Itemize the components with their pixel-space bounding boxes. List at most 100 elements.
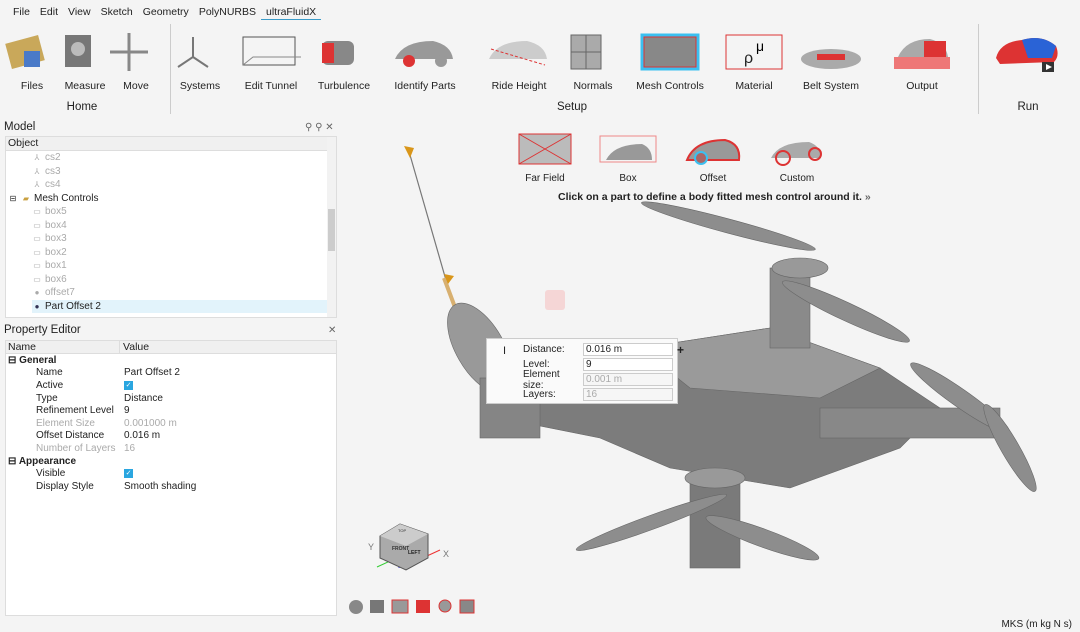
menu-sketch[interactable]: Sketch	[96, 0, 138, 20]
property-name: Visible	[36, 468, 66, 480]
close-icon[interactable]: ✕	[325, 122, 333, 133]
mesh-controls-label: Mesh Controls	[636, 80, 704, 92]
turbulence-label: Turbulence	[317, 80, 371, 92]
collapse-toggle-icon[interactable]: ⊟	[8, 456, 16, 467]
cube-left-label: LEFT	[408, 550, 421, 556]
checkbox[interactable]: ✓	[124, 380, 133, 390]
tree-scrollbar[interactable]	[327, 137, 336, 317]
property-value[interactable]: Distance	[124, 393, 163, 404]
axis-x-label: X	[443, 549, 449, 559]
box-icon: ▭	[33, 220, 41, 230]
ribbon-separator	[978, 24, 979, 114]
property-table: Name Value ⊟ General Name Part Offset 2 Acti…	[5, 340, 337, 616]
tree-column-header: Object	[6, 137, 336, 151]
property-name: Name	[36, 367, 63, 379]
tree-item-label: cs3	[45, 165, 61, 177]
distance-label: Distance:	[523, 344, 565, 355]
identify-parts-label: Identify Parts	[394, 80, 456, 92]
binoculars-icon[interactable]: ⚲	[305, 122, 312, 133]
fit-icon[interactable]	[391, 599, 409, 614]
panel-controls: ⚲ ⚲ ✕	[305, 122, 334, 133]
cube-top-label: TOP	[398, 528, 406, 533]
axis-icon: ⅄	[34, 180, 40, 190]
property-row-type: Type Distance	[6, 392, 336, 405]
identify-parts-button[interactable]: Identify Parts	[380, 26, 470, 92]
collapse-toggle-icon[interactable]: ⊟	[8, 194, 18, 203]
property-value[interactable]: Part Offset 2	[124, 367, 180, 378]
svg-text:μ: μ	[756, 38, 764, 54]
menu-file[interactable]: File	[8, 0, 35, 20]
output-button[interactable]: Output	[877, 26, 967, 92]
eye-icon[interactable]	[349, 600, 363, 614]
property-value[interactable]: 9	[124, 405, 130, 416]
tree-item-label: box5	[45, 206, 67, 218]
tree-item-box2[interactable]: ▭ box2	[6, 246, 336, 260]
tree-item-box5[interactable]: ▭ box5	[6, 205, 336, 219]
tree-item-cs4[interactable]: ⅄ cs4	[6, 178, 336, 192]
distance-input[interactable]: 0.016 m	[583, 343, 673, 356]
tree-item-offset7[interactable]: ● offset7	[6, 286, 336, 300]
output-icon	[877, 26, 967, 76]
property-name: Refinement Level	[36, 405, 114, 417]
tree-item-label: offset7	[45, 287, 75, 299]
tree-item-box6[interactable]: ▭ box6	[6, 273, 336, 287]
zoom-hint-icon[interactable]	[545, 290, 565, 310]
section-appearance[interactable]: ⊟ Appearance	[6, 455, 336, 468]
view-cube[interactable]: FRONT LEFT TOP Y X	[368, 523, 449, 571]
tree-item-mesh-controls[interactable]: ⊟ ▰ Mesh Controls	[6, 192, 336, 206]
level-input[interactable]: 9	[583, 358, 673, 371]
mesh-control-dialog: I Distance: 0.016 m + Level: 9 Element size…	[486, 338, 684, 404]
tree-item-label: Mesh Controls	[34, 192, 99, 204]
belt-system-button[interactable]: Belt System	[786, 26, 876, 92]
property-row-visible: Visible ✓	[6, 467, 336, 480]
axis-y-label: Y	[368, 542, 374, 552]
tree-item-box1[interactable]: ▭ box1	[6, 259, 336, 273]
tree-item-cs3[interactable]: ⅄ cs3	[6, 165, 336, 179]
scroll-thumb[interactable]	[328, 209, 335, 251]
tree-item-box4[interactable]: ▭ box4	[6, 219, 336, 233]
search-icon[interactable]: ⚲	[315, 122, 322, 133]
output-label: Output	[906, 80, 938, 92]
menu-geometry[interactable]: Geometry	[138, 0, 194, 20]
col-value: Value	[123, 341, 150, 353]
menu-ultrafluidx[interactable]: ultraFluidX	[261, 0, 322, 20]
property-row-number-of-layers: Number of Layers 16	[6, 442, 336, 455]
box-icon: ▭	[33, 207, 41, 217]
ruler-gizmo[interactable]	[404, 146, 458, 311]
camera-icon[interactable]	[370, 600, 384, 613]
zoom-icon[interactable]	[438, 599, 452, 613]
menu-polynurbs[interactable]: PolyNURBS	[194, 0, 261, 20]
add-icon[interactable]: +	[677, 343, 684, 357]
menu-edit[interactable]: Edit	[35, 0, 63, 20]
property-row-refinement-level: Refinement Level 9	[6, 404, 336, 417]
menu-view[interactable]: View	[63, 0, 96, 20]
svg-text:ρ: ρ	[744, 50, 753, 67]
property-name: Element Size	[36, 417, 95, 429]
property-value[interactable]: 0.016 m	[124, 430, 160, 441]
cube-front-label: FRONT	[392, 546, 409, 552]
property-name: Type	[36, 392, 58, 404]
run-button[interactable]	[982, 26, 1072, 76]
viewport-3d[interactable]: FRONT LEFT TOP Y X	[340, 118, 1080, 618]
section-icon[interactable]	[416, 600, 430, 613]
property-row-element-size: Element Size 0.001000 m	[6, 417, 336, 430]
property-value: 16	[124, 442, 136, 454]
tree-item-part-offset-2[interactable]: ● Part Offset 2	[32, 299, 336, 313]
section-general[interactable]: ⊟ General	[6, 354, 336, 367]
close-icon[interactable]: ✕	[328, 325, 336, 336]
col-name: Name	[6, 341, 120, 353]
3d-view-icon[interactable]	[459, 599, 475, 614]
tree-item-cs2[interactable]: ⅄ cs2	[6, 151, 336, 165]
collapse-toggle-icon[interactable]: ⊟	[8, 355, 16, 366]
offset-icon: ●	[34, 301, 40, 311]
belt-system-icon	[786, 26, 876, 76]
property-value[interactable]: Smooth shading	[124, 481, 196, 492]
property-name: Display Style	[36, 480, 94, 492]
tree-item-box3[interactable]: ▭ box3	[6, 232, 336, 246]
turbulence-button[interactable]: Turbulence	[299, 26, 389, 92]
tree-item-label: box3	[45, 233, 67, 245]
mesh-controls-button[interactable]: Mesh Controls	[625, 26, 715, 92]
box-icon: ▭	[33, 247, 41, 257]
checkbox[interactable]: ✓	[124, 469, 133, 479]
tree-item-label: box2	[45, 246, 67, 258]
